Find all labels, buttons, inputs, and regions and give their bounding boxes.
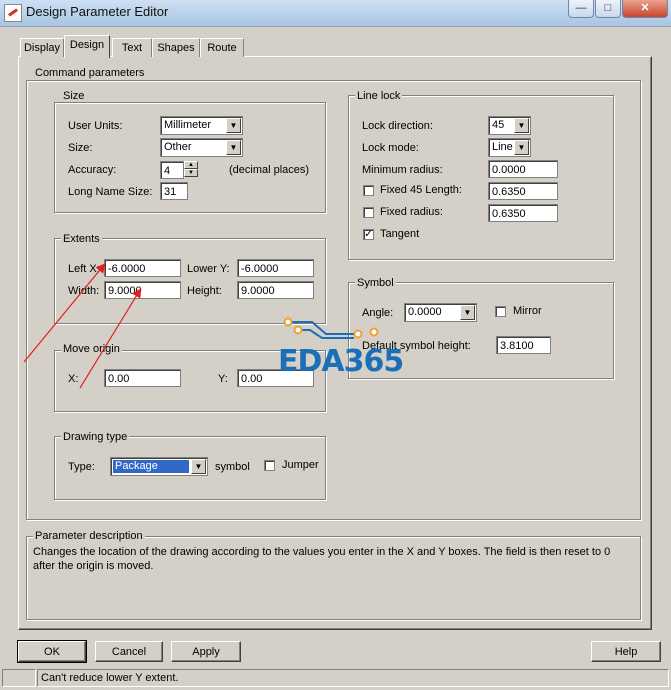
watermark-logo-graphic bbox=[283, 317, 379, 339]
annotation-arrow bbox=[79, 287, 142, 389]
tab-design[interactable]: Design bbox=[64, 35, 110, 58]
watermark-text: EDA365 bbox=[278, 344, 404, 379]
annotation-arrow bbox=[23, 263, 106, 363]
